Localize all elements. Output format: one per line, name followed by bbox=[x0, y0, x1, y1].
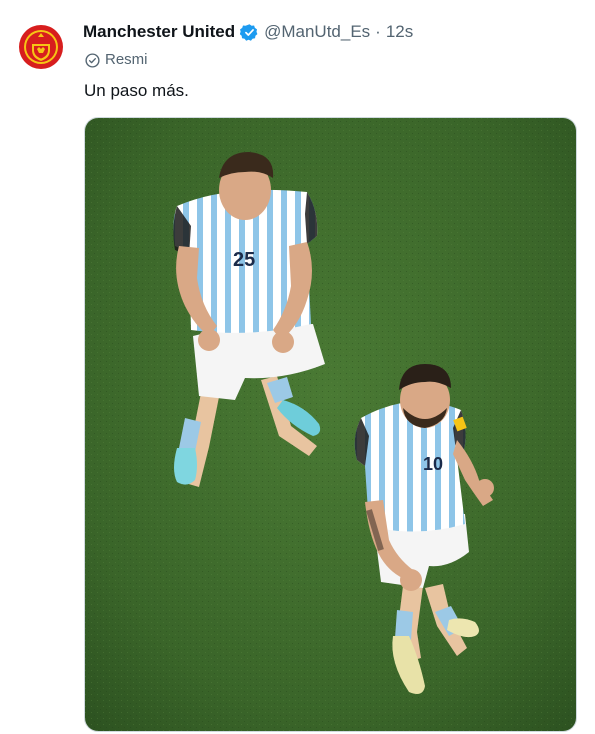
tweet-media-photo[interactable]: 25 10 bbox=[84, 117, 577, 732]
official-check-circle-icon bbox=[85, 52, 100, 68]
tweet-text: Un paso más. bbox=[84, 81, 189, 100]
tweet-timestamp[interactable]: 12s bbox=[386, 20, 413, 44]
avatar[interactable] bbox=[17, 23, 65, 71]
football-celebration-photo: 25 10 bbox=[85, 118, 576, 731]
tweet-header: Manchester United @ManUtd_Es · 12s bbox=[83, 20, 413, 44]
manchester-united-crest-icon bbox=[17, 23, 65, 71]
verified-badge-icon bbox=[239, 23, 259, 42]
jersey-number-10: 10 bbox=[423, 454, 443, 474]
official-label: Resmi bbox=[84, 50, 148, 70]
tweet-card: Manchester United @ManUtd_Es · 12s Resmi… bbox=[0, 0, 595, 734]
official-label-text: Resmi bbox=[105, 51, 148, 68]
jersey-number-25: 25 bbox=[233, 249, 255, 271]
author-name[interactable]: Manchester United bbox=[83, 20, 235, 44]
author-handle[interactable]: @ManUtd_Es bbox=[264, 20, 370, 44]
separator-dot: · bbox=[375, 22, 381, 41]
